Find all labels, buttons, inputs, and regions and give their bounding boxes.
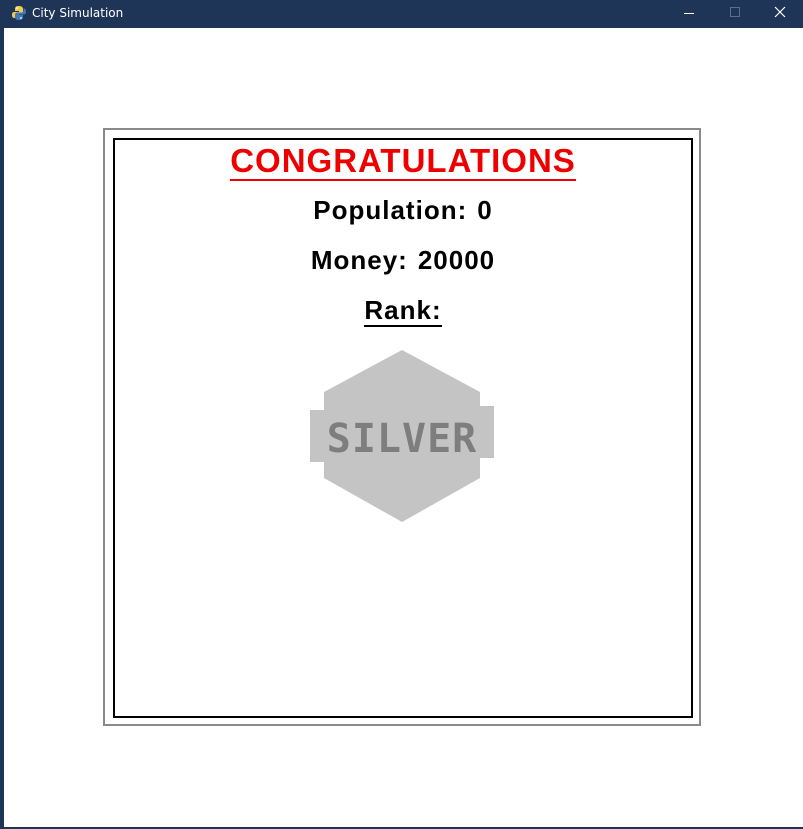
minimize-icon (684, 13, 694, 14)
population-value: 0 (477, 195, 493, 225)
window-title: City Simulation (32, 6, 124, 20)
rank-heading: Rank: (115, 294, 691, 327)
rank-label: Rank: (364, 295, 442, 327)
close-button[interactable] (757, 0, 803, 27)
title-bar[interactable]: City Simulation (0, 0, 803, 27)
money-value: 20000 (417, 245, 496, 275)
population-stat: Population: 0 (115, 194, 691, 226)
money-label: Money: (310, 245, 408, 275)
app-window: City Simulation CONGRATULATIONS Populati… (0, 0, 803, 829)
population-label: Population: (313, 195, 468, 225)
congratulations-heading: CONGRATULATIONS (115, 141, 691, 181)
maximize-icon (730, 7, 740, 17)
heading-text: CONGRATULATIONS (230, 142, 576, 181)
silver-rank-badge: SILVER (310, 350, 494, 522)
maximize-button[interactable] (712, 0, 758, 27)
python-snake-icon (12, 6, 26, 20)
minimize-button[interactable] (666, 0, 712, 27)
money-stat: Money: 20000 (115, 244, 691, 276)
close-icon (774, 6, 786, 18)
game-canvas: CONGRATULATIONS Population: 0 Money: 20000… (4, 28, 803, 827)
badge-text: SILVER (327, 416, 478, 462)
